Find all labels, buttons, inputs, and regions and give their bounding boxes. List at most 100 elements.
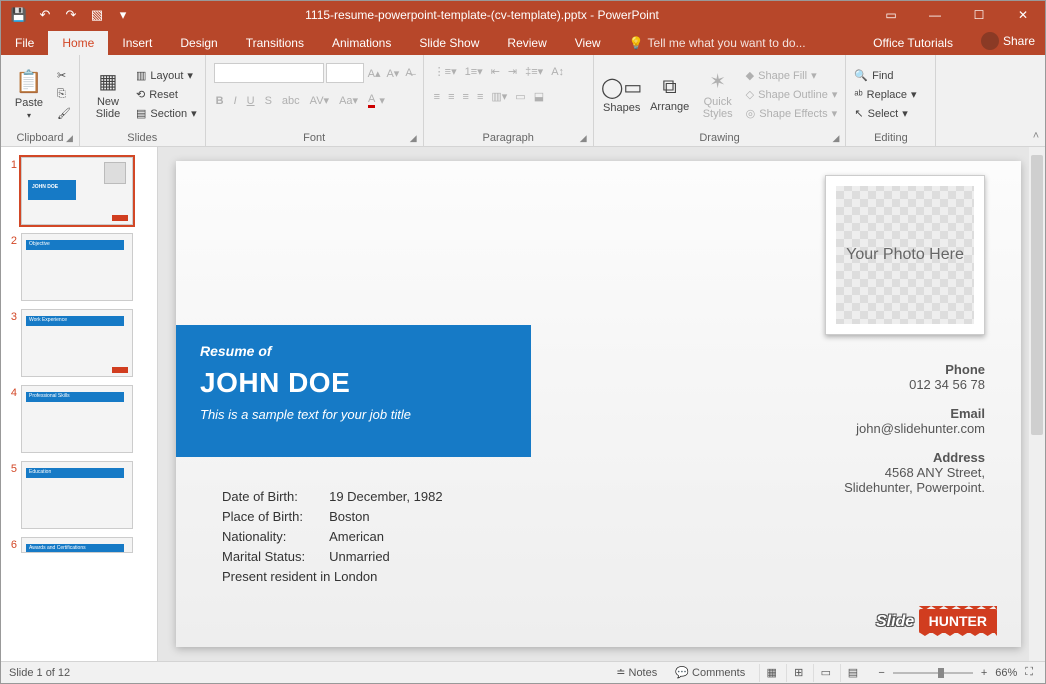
slide-thumbnail-2[interactable]: Objective <box>21 233 133 301</box>
dialog-launcher-icon[interactable]: ◢ <box>66 133 73 144</box>
photo-placeholder[interactable]: Your Photo Here <box>825 175 985 335</box>
slide-thumbnail-5[interactable]: Education <box>21 461 133 529</box>
slide-thumbnail-3[interactable]: Work Experience <box>21 309 133 377</box>
save-icon[interactable]: 💾 <box>7 3 31 27</box>
smartart-button[interactable]: ⬓ <box>532 88 546 105</box>
columns-button[interactable]: ▥▾ <box>489 88 509 105</box>
cut-button[interactable]: ✂ <box>55 67 73 84</box>
shape-outline-button[interactable]: ◇Shape Outline ▾ <box>744 86 840 103</box>
shape-effects-button[interactable]: ◎Shape Effects ▾ <box>744 105 840 122</box>
redo-icon[interactable]: ↷ <box>59 3 83 27</box>
clipboard-icon: 📋 <box>15 69 42 95</box>
zoom-control[interactable]: − + 66% ⛶ <box>874 664 1037 681</box>
italic-button[interactable]: I <box>232 91 239 110</box>
align-left-button[interactable]: ≡ <box>432 88 442 105</box>
paste-button[interactable]: 📋 Paste▾ <box>7 62 51 128</box>
slideshow-view-icon[interactable]: ▤ <box>840 664 864 682</box>
zoom-out-icon[interactable]: − <box>874 665 888 681</box>
fit-to-window-icon[interactable]: ⛶ <box>1021 664 1037 681</box>
layout-button[interactable]: ▥Layout ▾ <box>134 67 199 84</box>
share-button[interactable]: Share <box>967 27 1045 55</box>
personal-details[interactable]: Date of Birth:19 December, 1982 Place of… <box>220 487 451 589</box>
notes-button[interactable]: ≐ Notes <box>612 664 661 681</box>
new-slide-button[interactable]: ▦ New Slide <box>86 62 130 128</box>
align-center-button[interactable]: ≡ <box>446 88 456 105</box>
sorter-view-icon[interactable]: ⊞ <box>786 664 810 682</box>
slide-canvas[interactable]: Your Photo Here Resume of JOHN DOE This … <box>158 147 1045 661</box>
char-spacing-button[interactable]: AV▾ <box>308 91 331 110</box>
zoom-in-icon[interactable]: + <box>977 665 991 681</box>
office-tutorials-link[interactable]: Office Tutorials <box>859 31 967 55</box>
zoom-slider[interactable] <box>893 672 973 674</box>
tab-view[interactable]: View <box>561 31 615 55</box>
start-slideshow-icon[interactable]: ▧ <box>85 3 109 27</box>
justify-button[interactable]: ≡ <box>475 88 485 105</box>
change-case-button[interactable]: Aa▾ <box>337 91 360 110</box>
tab-design[interactable]: Design <box>166 31 231 55</box>
strikethrough-button[interactable]: S <box>263 91 274 110</box>
underline-button[interactable]: U <box>245 91 257 110</box>
slide-thumbnail-1[interactable]: JOHN DOE <box>21 157 133 225</box>
dialog-launcher-icon[interactable]: ◢ <box>410 133 417 144</box>
tab-transitions[interactable]: Transitions <box>232 31 318 55</box>
bold-button[interactable]: B <box>214 91 226 110</box>
shape-fill-button[interactable]: ◆Shape Fill ▾ <box>744 67 840 84</box>
tab-file[interactable]: File <box>1 31 48 55</box>
normal-view-icon[interactable]: ▦ <box>759 664 783 682</box>
quick-styles-button[interactable]: ✶Quick Styles <box>696 62 740 128</box>
find-button[interactable]: 🔍Find <box>852 67 918 84</box>
undo-icon[interactable]: ↶ <box>33 3 57 27</box>
slide-thumbnail-6[interactable]: Awards and Certifications <box>21 537 133 553</box>
contact-info[interactable]: Phone 012 34 56 78 Email john@slidehunte… <box>844 362 985 495</box>
zoom-level[interactable]: 66% <box>995 667 1017 679</box>
decrease-indent-button[interactable]: ⇤ <box>489 63 502 80</box>
numbering-button[interactable]: 1≡▾ <box>463 63 485 80</box>
shapes-button[interactable]: ◯▭Shapes <box>600 62 644 128</box>
increase-indent-button[interactable]: ⇥ <box>506 63 519 80</box>
text-direction-button[interactable]: A↕ <box>549 63 566 80</box>
title-block[interactable]: Resume of JOHN DOE This is a sample text… <box>176 325 531 457</box>
maximize-icon[interactable]: ☐ <box>957 1 1001 29</box>
align-text-button[interactable]: ▭ <box>513 88 527 105</box>
scrollbar-thumb[interactable] <box>1031 155 1043 435</box>
tab-insert[interactable]: Insert <box>108 31 166 55</box>
slide-thumbnails-panel[interactable]: 1 JOHN DOE 2 Objective 3 Work Experience… <box>1 147 158 661</box>
section-button[interactable]: ▤Section ▾ <box>134 105 199 122</box>
tab-slideshow[interactable]: Slide Show <box>405 31 493 55</box>
copy-button[interactable]: ⎘ <box>55 86 73 103</box>
zoom-slider-thumb[interactable] <box>938 668 944 678</box>
format-painter-button[interactable]: 🖌 <box>55 105 73 122</box>
dialog-launcher-icon[interactable]: ◢ <box>580 133 587 144</box>
ribbon-options-icon[interactable]: ▭ <box>869 1 913 29</box>
clear-format-icon[interactable]: A̶ <box>403 63 414 83</box>
font-color-button[interactable]: A▾ <box>366 91 387 110</box>
font-size-select[interactable] <box>326 63 364 83</box>
tell-me-search[interactable]: 💡Tell me what you want to do... <box>615 31 820 55</box>
font-family-select[interactable] <box>214 63 324 83</box>
tab-animations[interactable]: Animations <box>318 31 405 55</box>
tab-review[interactable]: Review <box>493 31 560 55</box>
qat-customize-icon[interactable]: ▾ <box>111 3 135 27</box>
close-icon[interactable]: ✕ <box>1001 1 1045 29</box>
layout-icon: ▥ <box>136 69 146 82</box>
bullets-button[interactable]: ⋮≡▾ <box>432 63 459 80</box>
reset-button[interactable]: ⟲Reset <box>134 86 199 103</box>
dialog-launcher-icon[interactable]: ◢ <box>832 133 839 144</box>
decrease-font-icon[interactable]: A▾ <box>384 63 401 83</box>
tab-home[interactable]: Home <box>48 31 108 55</box>
increase-font-icon[interactable]: A▴ <box>366 63 383 83</box>
shadow-button[interactable]: abc <box>280 91 302 110</box>
thumb-number: 1 <box>7 157 17 171</box>
reading-view-icon[interactable]: ▭ <box>813 664 837 682</box>
slide-thumbnail-4[interactable]: Professional Skills <box>21 385 133 453</box>
arrange-button[interactable]: ⧉Arrange <box>648 62 692 128</box>
replace-button[interactable]: ᵃᵇReplace ▾ <box>852 86 918 103</box>
vertical-scrollbar[interactable] <box>1029 147 1045 661</box>
select-button[interactable]: ↖Select ▾ <box>852 105 918 122</box>
align-right-button[interactable]: ≡ <box>461 88 471 105</box>
minimize-icon[interactable]: — <box>913 1 957 29</box>
line-spacing-button[interactable]: ‡≡▾ <box>523 63 545 80</box>
slide-counter[interactable]: Slide 1 of 12 <box>9 667 70 679</box>
collapse-ribbon-icon[interactable]: ˄ <box>1027 55 1045 146</box>
comments-button[interactable]: 💬 Comments <box>671 664 749 681</box>
